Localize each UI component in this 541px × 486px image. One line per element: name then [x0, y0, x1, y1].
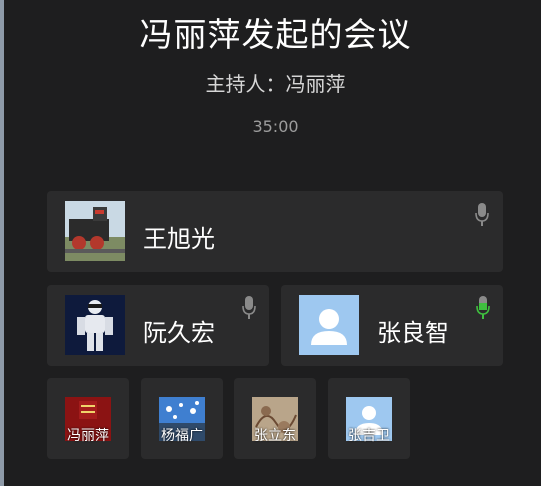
- meeting-host: 主持人：冯丽萍: [205, 72, 346, 96]
- participant-card[interactable]: 冯丽萍: [47, 378, 129, 459]
- avatar: [65, 201, 125, 261]
- participant-card[interactable]: 阮久宏: [47, 285, 269, 366]
- microphone-active-icon[interactable]: [476, 296, 490, 320]
- participant-card[interactable]: 张立东: [234, 378, 316, 459]
- microphone-muted-icon[interactable]: [242, 296, 256, 320]
- participant-card[interactable]: 杨福广: [141, 378, 223, 459]
- participant-name: 王旭光: [143, 225, 215, 253]
- default-person-icon: [299, 295, 359, 355]
- microphone-muted-icon[interactable]: [475, 203, 489, 227]
- participant-card[interactable]: 王旭光: [47, 191, 503, 272]
- avatar: [65, 295, 125, 355]
- participant-card[interactable]: 张良智: [281, 285, 503, 366]
- participant-card[interactable]: 张吉卫: [328, 378, 410, 459]
- participant-name: 张吉卫: [348, 428, 390, 444]
- meeting-timer: 35:00: [252, 117, 299, 136]
- participant-name: 杨福广: [161, 428, 203, 444]
- participant-name: 冯丽萍: [67, 428, 109, 444]
- participant-name: 张立东: [254, 428, 296, 444]
- participant-name: 张良智: [377, 319, 449, 347]
- participant-name: 阮久宏: [143, 319, 215, 347]
- meeting-title: 冯丽萍发起的会议: [139, 15, 412, 54]
